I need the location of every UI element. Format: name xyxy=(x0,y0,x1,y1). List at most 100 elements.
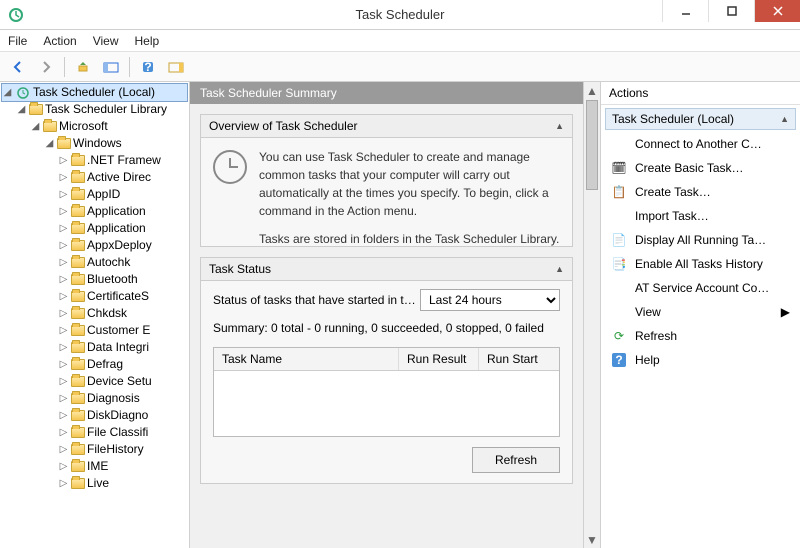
col-task-name[interactable]: Task Name xyxy=(214,348,399,370)
tree-item[interactable]: ▷IME xyxy=(2,458,187,475)
expand-icon[interactable]: ▷ xyxy=(58,475,69,492)
maximize-button[interactable] xyxy=(708,0,754,22)
blank-icon xyxy=(611,208,627,224)
overview-text: You can use Task Scheduler to create and… xyxy=(259,148,560,220)
menu-action[interactable]: Action xyxy=(43,34,76,48)
scrollbar[interactable]: ▲ ▼ xyxy=(583,82,600,548)
tree-microsoft[interactable]: ◢ Microsoft xyxy=(2,118,187,135)
tree-item[interactable]: ▷ Application xyxy=(2,203,187,220)
tree-item[interactable]: ▷ Live xyxy=(2,475,187,492)
expand-icon[interactable]: ▷ xyxy=(58,390,69,407)
expand-icon[interactable]: ▷ xyxy=(58,203,69,220)
action-enable-history[interactable]: 📑Enable All Tasks History xyxy=(601,252,800,276)
tree-root-label: Task Scheduler (Local) xyxy=(33,84,155,101)
tree-item[interactable]: ▷Bluetooth xyxy=(2,271,187,288)
tree-item[interactable]: ▷Autochk xyxy=(2,254,187,271)
minimize-button[interactable] xyxy=(662,0,708,22)
expand-icon[interactable]: ▷ xyxy=(58,271,69,288)
tree-item-label: FileHistory xyxy=(87,441,144,458)
action-view[interactable]: View▶ xyxy=(601,300,800,324)
scroll-down-icon[interactable]: ▼ xyxy=(584,531,600,548)
show-hide-tree-button[interactable] xyxy=(99,55,123,79)
expand-icon[interactable]: ◢ xyxy=(44,135,55,152)
tree-item[interactable]: ▷CertificateS xyxy=(2,288,187,305)
tree-item[interactable]: ▷Defrag xyxy=(2,356,187,373)
expand-icon[interactable]: ▷ xyxy=(58,458,69,475)
tree-windows[interactable]: ◢ Windows xyxy=(2,135,187,152)
actions-context[interactable]: Task Scheduler (Local) ▲ xyxy=(605,108,796,130)
folder-icon xyxy=(71,359,85,370)
forward-button[interactable] xyxy=(34,55,58,79)
col-run-result[interactable]: Run Result xyxy=(399,348,479,370)
refresh-button[interactable]: Refresh xyxy=(472,447,560,473)
tree-item[interactable]: ▷DiskDiagno xyxy=(2,407,187,424)
expand-icon[interactable]: ▷ xyxy=(58,441,69,458)
tree-item[interactable]: ▷Data Integri xyxy=(2,339,187,356)
svg-text:?: ? xyxy=(144,60,151,74)
expand-icon[interactable]: ▷ xyxy=(58,220,69,237)
back-button[interactable] xyxy=(6,55,30,79)
tree-item-label: Live xyxy=(87,475,109,492)
expand-icon[interactable]: ▷ xyxy=(58,169,69,186)
help-button[interactable]: ? xyxy=(136,55,160,79)
expand-icon[interactable]: ▷ xyxy=(58,186,69,203)
menu-view[interactable]: View xyxy=(93,34,119,48)
tree-item[interactable]: ▷.NET Framew xyxy=(2,152,187,169)
tree-item[interactable]: ▷Chkdsk xyxy=(2,305,187,322)
actions-title: Actions xyxy=(601,82,800,105)
show-action-pane-button[interactable] xyxy=(164,55,188,79)
scroll-thumb[interactable] xyxy=(586,100,598,190)
expand-icon[interactable]: ▷ xyxy=(58,373,69,390)
folder-icon xyxy=(29,104,43,115)
expand-icon[interactable]: ▷ xyxy=(58,288,69,305)
window-title: Task Scheduler xyxy=(356,7,445,22)
status-title: Task Status xyxy=(209,262,271,276)
expand-icon[interactable]: ▷ xyxy=(58,356,69,373)
tree-item[interactable]: ▷AppxDeploy xyxy=(2,237,187,254)
close-button[interactable] xyxy=(754,0,800,22)
tree-item[interactable]: ▷File Classifi xyxy=(2,424,187,441)
tree-library[interactable]: ◢ Task Scheduler Library xyxy=(2,101,187,118)
running-icon: 📄 xyxy=(611,232,627,248)
expand-icon[interactable]: ▷ xyxy=(58,407,69,424)
tree-item[interactable]: ▷ FileHistory xyxy=(2,441,187,458)
overview-header[interactable]: Overview of Task Scheduler ▲ xyxy=(201,115,572,138)
expand-icon[interactable]: ◢ xyxy=(30,118,41,135)
tree-item[interactable]: ▷Active Direc xyxy=(2,169,187,186)
overview-title: Overview of Task Scheduler xyxy=(209,119,358,133)
tree-item[interactable]: ▷Application xyxy=(2,220,187,237)
menu-file[interactable]: File xyxy=(8,34,27,48)
up-button[interactable] xyxy=(71,55,95,79)
expand-icon[interactable]: ◢ xyxy=(2,84,13,101)
tree-root[interactable]: ◢ Task Scheduler (Local) xyxy=(1,83,188,102)
tree-item[interactable]: ▷Device Setu xyxy=(2,373,187,390)
col-run-start[interactable]: Run Start xyxy=(479,348,559,370)
expand-icon[interactable]: ▷ xyxy=(58,254,69,271)
action-at-service[interactable]: AT Service Account Co… xyxy=(601,276,800,300)
status-header[interactable]: Task Status ▲ xyxy=(201,258,572,281)
expand-icon[interactable]: ▷ xyxy=(58,339,69,356)
action-import-task[interactable]: Import Task… xyxy=(601,204,800,228)
menu-help[interactable]: Help xyxy=(135,34,160,48)
tree-item-label: Application xyxy=(87,203,146,220)
tree-item[interactable]: ▷AppID xyxy=(2,186,187,203)
expand-icon[interactable]: ▷ xyxy=(58,322,69,339)
action-help[interactable]: ?Help xyxy=(601,348,800,372)
tree-item[interactable]: ▷Diagnosis xyxy=(2,390,187,407)
action-display-running[interactable]: 📄Display All Running Ta… xyxy=(601,228,800,252)
expand-icon[interactable]: ▷ xyxy=(58,305,69,322)
action-create-basic-task[interactable]: 🗓Create Basic Task… xyxy=(601,156,800,180)
wizard-icon: 🗓 xyxy=(611,160,627,176)
action-create-task[interactable]: 📋Create Task… xyxy=(601,180,800,204)
status-period-select[interactable]: Last 24 hours xyxy=(420,289,560,311)
action-connect[interactable]: Connect to Another C… xyxy=(601,132,800,156)
tree-item[interactable]: ▷Customer E xyxy=(2,322,187,339)
action-refresh[interactable]: ⟳Refresh xyxy=(601,324,800,348)
tree-microsoft-label: Microsoft xyxy=(59,118,108,135)
expand-icon[interactable]: ◢ xyxy=(16,101,27,118)
expand-icon[interactable]: ▷ xyxy=(58,424,69,441)
task-grid[interactable]: Task Name Run Result Run Start xyxy=(213,347,560,437)
scroll-up-icon[interactable]: ▲ xyxy=(584,82,600,99)
expand-icon[interactable]: ▷ xyxy=(58,152,69,169)
expand-icon[interactable]: ▷ xyxy=(58,237,69,254)
